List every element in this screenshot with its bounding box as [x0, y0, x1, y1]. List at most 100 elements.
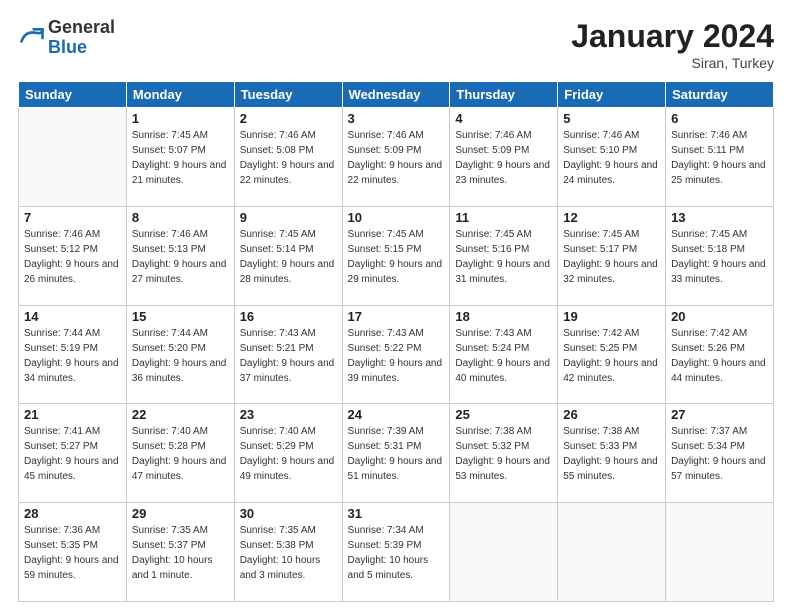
table-row: 18 Sunrise: 7:43 AM Sunset: 5:24 PM Dayl…	[450, 305, 558, 404]
table-row: 30 Sunrise: 7:35 AM Sunset: 5:38 PM Dayl…	[234, 503, 342, 602]
sunset-text: Sunset: 5:21 PM	[240, 343, 314, 354]
day-info: Sunrise: 7:44 AM Sunset: 5:19 PM Dayligh…	[24, 326, 121, 386]
sunrise-text: Sunrise: 7:43 AM	[455, 328, 531, 339]
day-number: 16	[240, 309, 337, 324]
table-row: 4 Sunrise: 7:46 AM Sunset: 5:09 PM Dayli…	[450, 108, 558, 207]
sunset-text: Sunset: 5:16 PM	[455, 244, 529, 255]
sunset-text: Sunset: 5:27 PM	[24, 441, 98, 452]
day-number: 20	[671, 309, 768, 324]
sunrise-text: Sunrise: 7:45 AM	[132, 130, 208, 141]
table-row: 24 Sunrise: 7:39 AM Sunset: 5:31 PM Dayl…	[342, 404, 450, 503]
day-number: 31	[348, 506, 445, 521]
day-info: Sunrise: 7:46 AM Sunset: 5:10 PM Dayligh…	[563, 128, 660, 188]
logo-icon	[18, 24, 46, 52]
day-info: Sunrise: 7:35 AM Sunset: 5:38 PM Dayligh…	[240, 523, 337, 583]
daylight-text: Daylight: 9 hours and 33 minutes.	[671, 259, 766, 285]
table-row: 6 Sunrise: 7:46 AM Sunset: 5:11 PM Dayli…	[666, 108, 774, 207]
daylight-text: Daylight: 9 hours and 49 minutes.	[240, 456, 335, 482]
sunset-text: Sunset: 5:09 PM	[455, 145, 529, 156]
daylight-text: Daylight: 9 hours and 57 minutes.	[671, 456, 766, 482]
day-number: 25	[455, 407, 552, 422]
day-number: 19	[563, 309, 660, 324]
sunset-text: Sunset: 5:11 PM	[671, 145, 744, 156]
day-info: Sunrise: 7:46 AM Sunset: 5:12 PM Dayligh…	[24, 227, 121, 287]
daylight-text: Daylight: 10 hours and 5 minutes.	[348, 555, 429, 581]
sunset-text: Sunset: 5:26 PM	[671, 343, 745, 354]
sunset-text: Sunset: 5:39 PM	[348, 540, 422, 551]
day-number: 21	[24, 407, 121, 422]
day-number: 28	[24, 506, 121, 521]
day-number: 6	[671, 111, 768, 126]
day-info: Sunrise: 7:40 AM Sunset: 5:29 PM Dayligh…	[240, 424, 337, 484]
sunrise-text: Sunrise: 7:46 AM	[132, 229, 208, 240]
sunrise-text: Sunrise: 7:35 AM	[240, 525, 316, 536]
table-row	[666, 503, 774, 602]
day-number: 10	[348, 210, 445, 225]
col-wednesday: Wednesday	[342, 82, 450, 108]
table-row	[450, 503, 558, 602]
table-row: 11 Sunrise: 7:45 AM Sunset: 5:16 PM Dayl…	[450, 206, 558, 305]
table-row: 23 Sunrise: 7:40 AM Sunset: 5:29 PM Dayl…	[234, 404, 342, 503]
table-row: 15 Sunrise: 7:44 AM Sunset: 5:20 PM Dayl…	[126, 305, 234, 404]
table-row: 5 Sunrise: 7:46 AM Sunset: 5:10 PM Dayli…	[558, 108, 666, 207]
table-row: 21 Sunrise: 7:41 AM Sunset: 5:27 PM Dayl…	[19, 404, 127, 503]
daylight-text: Daylight: 9 hours and 40 minutes.	[455, 358, 550, 384]
daylight-text: Daylight: 9 hours and 23 minutes.	[455, 160, 550, 186]
day-number: 17	[348, 309, 445, 324]
sunset-text: Sunset: 5:13 PM	[132, 244, 206, 255]
daylight-text: Daylight: 9 hours and 28 minutes.	[240, 259, 335, 285]
daylight-text: Daylight: 9 hours and 39 minutes.	[348, 358, 443, 384]
sunset-text: Sunset: 5:34 PM	[671, 441, 745, 452]
daylight-text: Daylight: 9 hours and 45 minutes.	[24, 456, 119, 482]
day-number: 4	[455, 111, 552, 126]
sunrise-text: Sunrise: 7:46 AM	[563, 130, 639, 141]
day-number: 27	[671, 407, 768, 422]
daylight-text: Daylight: 9 hours and 47 minutes.	[132, 456, 227, 482]
table-row	[558, 503, 666, 602]
col-thursday: Thursday	[450, 82, 558, 108]
table-row: 12 Sunrise: 7:45 AM Sunset: 5:17 PM Dayl…	[558, 206, 666, 305]
daylight-text: Daylight: 9 hours and 21 minutes.	[132, 160, 227, 186]
sunrise-text: Sunrise: 7:39 AM	[348, 426, 424, 437]
sunset-text: Sunset: 5:17 PM	[563, 244, 637, 255]
day-info: Sunrise: 7:41 AM Sunset: 5:27 PM Dayligh…	[24, 424, 121, 484]
col-sunday: Sunday	[19, 82, 127, 108]
sunrise-text: Sunrise: 7:35 AM	[132, 525, 208, 536]
sunrise-text: Sunrise: 7:44 AM	[132, 328, 208, 339]
table-row: 1 Sunrise: 7:45 AM Sunset: 5:07 PM Dayli…	[126, 108, 234, 207]
table-row: 19 Sunrise: 7:42 AM Sunset: 5:25 PM Dayl…	[558, 305, 666, 404]
day-info: Sunrise: 7:38 AM Sunset: 5:32 PM Dayligh…	[455, 424, 552, 484]
sunrise-text: Sunrise: 7:40 AM	[132, 426, 208, 437]
daylight-text: Daylight: 9 hours and 22 minutes.	[348, 160, 443, 186]
logo: General Blue	[18, 18, 115, 58]
table-row: 25 Sunrise: 7:38 AM Sunset: 5:32 PM Dayl…	[450, 404, 558, 503]
sunrise-text: Sunrise: 7:45 AM	[240, 229, 316, 240]
day-info: Sunrise: 7:42 AM Sunset: 5:25 PM Dayligh…	[563, 326, 660, 386]
daylight-text: Daylight: 10 hours and 3 minutes.	[240, 555, 321, 581]
sunrise-text: Sunrise: 7:45 AM	[671, 229, 747, 240]
day-info: Sunrise: 7:35 AM Sunset: 5:37 PM Dayligh…	[132, 523, 229, 583]
calendar-table: Sunday Monday Tuesday Wednesday Thursday…	[18, 81, 774, 602]
day-number: 7	[24, 210, 121, 225]
day-number: 15	[132, 309, 229, 324]
sunset-text: Sunset: 5:07 PM	[132, 145, 206, 156]
sunrise-text: Sunrise: 7:43 AM	[348, 328, 424, 339]
sunset-text: Sunset: 5:09 PM	[348, 145, 422, 156]
sunrise-text: Sunrise: 7:34 AM	[348, 525, 424, 536]
table-row: 20 Sunrise: 7:42 AM Sunset: 5:26 PM Dayl…	[666, 305, 774, 404]
sunset-text: Sunset: 5:19 PM	[24, 343, 98, 354]
daylight-text: Daylight: 10 hours and 1 minute.	[132, 555, 213, 581]
sunrise-text: Sunrise: 7:37 AM	[671, 426, 747, 437]
table-row: 2 Sunrise: 7:46 AM Sunset: 5:08 PM Dayli…	[234, 108, 342, 207]
title-block: January 2024 Siran, Turkey	[571, 18, 774, 71]
sunset-text: Sunset: 5:28 PM	[132, 441, 206, 452]
day-info: Sunrise: 7:36 AM Sunset: 5:35 PM Dayligh…	[24, 523, 121, 583]
sunset-text: Sunset: 5:12 PM	[24, 244, 98, 255]
location: Siran, Turkey	[571, 55, 774, 71]
logo-general-text: General	[48, 17, 115, 37]
calendar-week-row: 1 Sunrise: 7:45 AM Sunset: 5:07 PM Dayli…	[19, 108, 774, 207]
day-info: Sunrise: 7:46 AM Sunset: 5:09 PM Dayligh…	[455, 128, 552, 188]
daylight-text: Daylight: 9 hours and 53 minutes.	[455, 456, 550, 482]
day-info: Sunrise: 7:45 AM Sunset: 5:17 PM Dayligh…	[563, 227, 660, 287]
day-info: Sunrise: 7:46 AM Sunset: 5:08 PM Dayligh…	[240, 128, 337, 188]
